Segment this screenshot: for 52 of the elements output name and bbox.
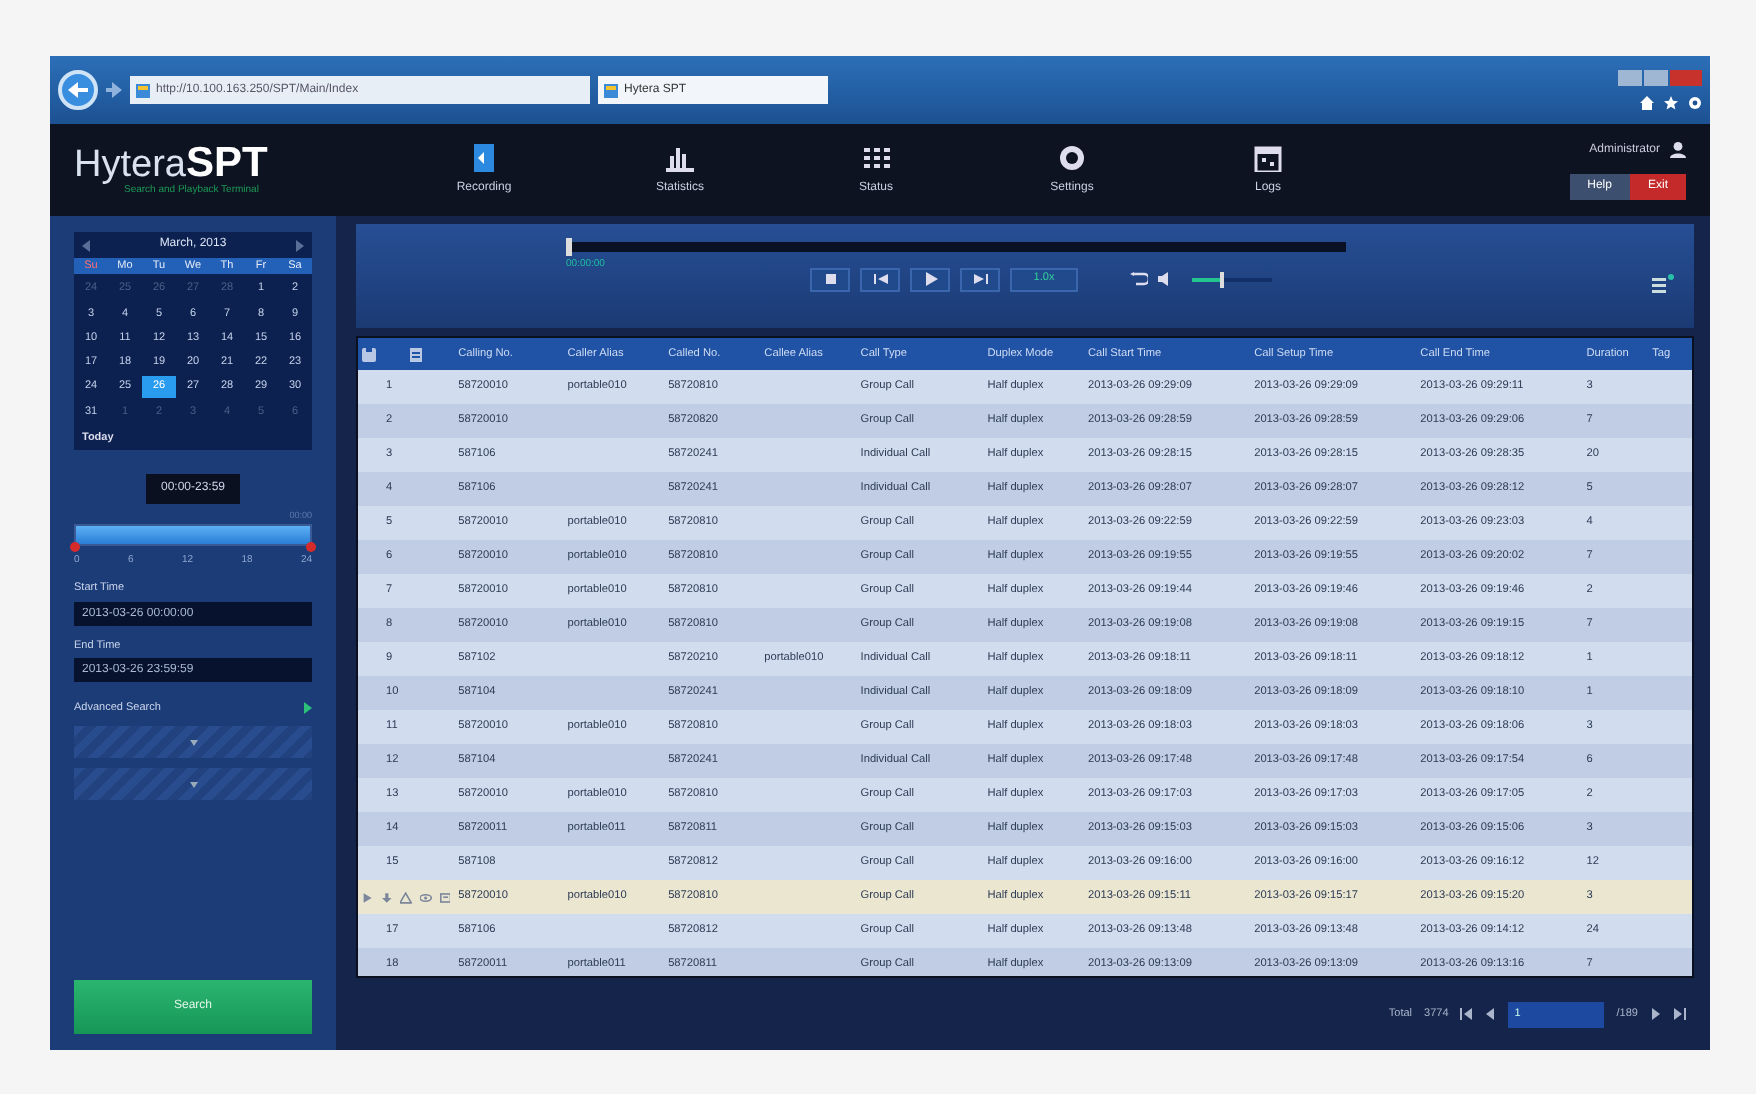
stop-button[interactable]: [810, 267, 850, 291]
star-icon[interactable]: [1664, 96, 1678, 110]
play-icon[interactable]: [362, 891, 374, 903]
previous-month-icon[interactable]: [82, 239, 90, 251]
previous-icon: [873, 272, 887, 286]
door-icon: [470, 143, 498, 171]
window-controls-icon[interactable]: [1618, 70, 1702, 86]
caret-icon: [189, 739, 197, 745]
warning-icon[interactable]: [400, 891, 412, 903]
logo-text: HyteraSPT: [74, 141, 270, 184]
first-page-button[interactable]: [1460, 1008, 1473, 1020]
last-page-button[interactable]: [1674, 1008, 1686, 1020]
play-icon: [923, 272, 937, 286]
page-icon: [604, 83, 618, 97]
back-button[interactable]: [58, 70, 98, 110]
dropdown-field[interactable]: [74, 768, 312, 800]
page-icon: [136, 83, 150, 97]
calendar-icon: [1254, 143, 1282, 171]
previous-page-button[interactable]: [1484, 1008, 1497, 1020]
settings-icon: [1058, 143, 1086, 171]
back-arrow-icon: [68, 82, 88, 98]
forward-arrow-icon[interactable]: [106, 82, 122, 98]
slider-handle-icon[interactable]: [306, 541, 316, 552]
clipboard-icon[interactable]: [410, 347, 423, 361]
dropdown-field[interactable]: [74, 726, 312, 758]
progress-track[interactable]: [566, 242, 1346, 252]
last-page-icon: [1674, 1008, 1686, 1020]
eye-icon[interactable]: [419, 891, 431, 903]
caret-icon: [189, 781, 197, 787]
bar-chart-icon: [666, 143, 694, 171]
previous-button[interactable]: [860, 267, 900, 291]
slider-handle-icon[interactable]: [70, 541, 80, 552]
previous-page-icon: [1484, 1008, 1497, 1020]
note-icon[interactable]: [439, 891, 451, 903]
expand-arrow-icon[interactable]: [304, 701, 312, 714]
progress-thumb[interactable]: [566, 238, 572, 256]
loop-icon[interactable]: [1130, 272, 1148, 286]
speaker-icon[interactable]: [1158, 272, 1174, 286]
stop-icon: [823, 272, 837, 286]
first-page-icon: [1460, 1008, 1473, 1020]
next-page-button[interactable]: [1650, 1008, 1662, 1020]
next-page-icon: [1650, 1008, 1662, 1020]
download-icon[interactable]: [381, 891, 393, 903]
next-icon: [973, 272, 987, 286]
home-icon[interactable]: [1640, 96, 1654, 110]
next-button[interactable]: [960, 267, 1000, 291]
gear-icon[interactable]: [1688, 96, 1702, 110]
grid-dots-icon: [862, 143, 890, 171]
user-icon[interactable]: [1670, 142, 1686, 158]
next-month-icon[interactable]: [295, 239, 304, 251]
list-settings-icon[interactable]: [1652, 274, 1674, 294]
play-button[interactable]: [910, 267, 950, 291]
